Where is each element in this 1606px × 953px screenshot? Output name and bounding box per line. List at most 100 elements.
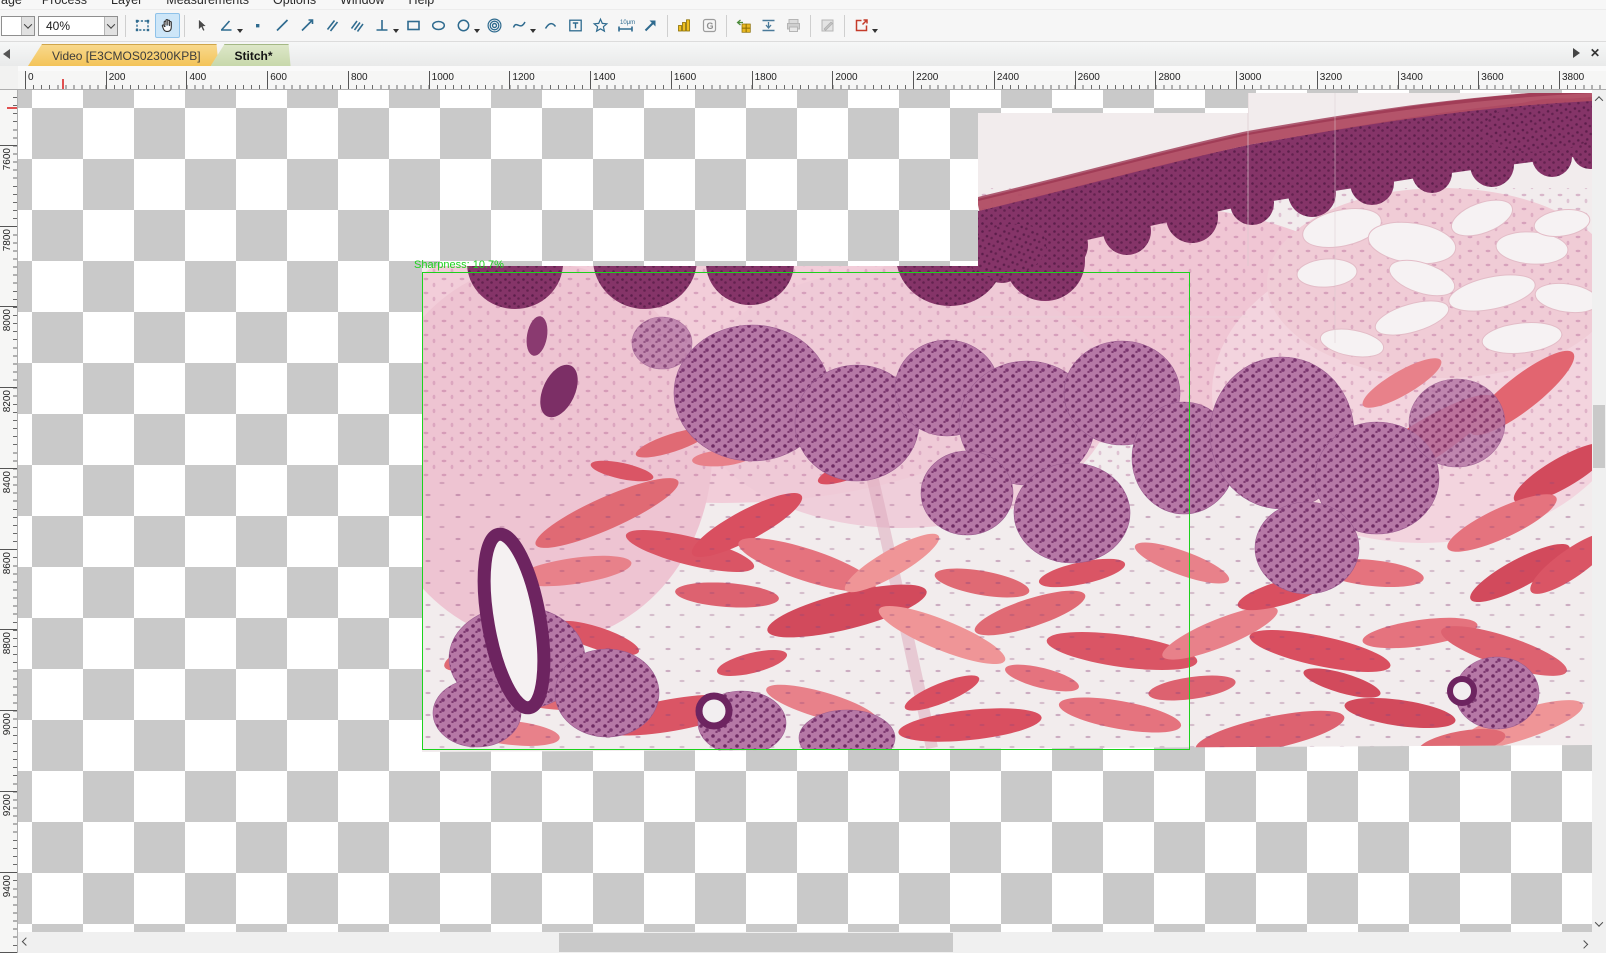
ruler-major-tick (1398, 71, 1399, 90)
zoom-level-value: 40% (39, 17, 104, 35)
ruler-label: 200 (109, 72, 126, 83)
vertical-ruler: 7600780080008200840086008800900092009400… (0, 90, 18, 953)
scale-bar-tool[interactable]: 10μm (613, 13, 638, 38)
scrollbar-corner (1592, 932, 1606, 953)
tab-stitch[interactable]: Stitch* (211, 44, 291, 66)
ruler-label: 8000 (2, 309, 13, 331)
horizontal-scrollbar[interactable] (18, 932, 1592, 953)
stitch-selection-rectangle[interactable] (422, 272, 1190, 750)
ruler-major-tick (1478, 71, 1479, 90)
triangle-left-icon (3, 49, 10, 59)
ruler-label: 3200 (1320, 72, 1342, 83)
ruler-label: 2600 (1078, 72, 1100, 83)
ruler-major-tick (0, 629, 18, 630)
north-east-arrow-tool[interactable] (638, 13, 663, 38)
ruler-label: 7800 (2, 229, 13, 251)
ruler-label: 1200 (512, 72, 534, 83)
menu-item-process[interactable]: Process (42, 0, 87, 9)
svg-text:10μm: 10μm (620, 20, 635, 26)
ellipse-tool[interactable] (426, 13, 451, 38)
crop-select-tool[interactable] (130, 13, 155, 38)
horizontal-scrollbar-thumb[interactable] (559, 933, 953, 952)
ruler-position-marker-v (7, 107, 17, 109)
chevron-up-icon (1595, 96, 1603, 104)
circle-tool[interactable] (451, 13, 476, 38)
toolbar-separator (125, 15, 126, 37)
ruler-label: 2000 (835, 72, 857, 83)
line-tool[interactable] (270, 13, 295, 38)
menu-item-help[interactable]: Help (409, 0, 435, 9)
chevron-down-icon[interactable] (872, 29, 878, 33)
ruler-major-tick (509, 71, 510, 90)
ruler-label: 8600 (2, 552, 13, 574)
ruler-major-tick (267, 71, 268, 90)
camera-combobox[interactable] (1, 16, 35, 36)
menu-item-layer[interactable]: Layer (111, 0, 142, 9)
ruler-label: 0 (28, 72, 34, 83)
exposure-button[interactable] (756, 13, 781, 38)
scroll-up-button[interactable] (1592, 90, 1606, 107)
chevron-down-icon[interactable] (474, 29, 480, 33)
export-button[interactable] (849, 13, 874, 38)
arc-tool[interactable] (538, 13, 563, 38)
parallel-lines-tool[interactable] (320, 13, 345, 38)
scroll-left-button[interactable] (18, 932, 34, 953)
ruler-label: 9000 (2, 713, 13, 735)
rectangle-tool[interactable] (401, 13, 426, 38)
stitch-button[interactable] (731, 13, 756, 38)
pan-hand-tool[interactable] (155, 13, 180, 38)
ruler-major-tick (0, 872, 18, 873)
tab-scroll-right-button[interactable] (1573, 48, 1580, 58)
menu-item-options[interactable]: Options (273, 0, 316, 9)
tab-video[interactable]: Video [E3CMOS02300KPB] (28, 44, 219, 66)
angle-tool[interactable] (214, 13, 239, 38)
ruler-major-tick (590, 71, 591, 90)
ruler-major-tick (1559, 71, 1560, 90)
ruler-label: 600 (270, 72, 287, 83)
document-tab-bar: Video [E3CMOS02300KPB] Stitch* ✕ (0, 42, 1606, 66)
star-tool[interactable] (588, 13, 613, 38)
edit-button (815, 13, 840, 38)
vertical-scrollbar[interactable] (1592, 90, 1606, 932)
pointer-tool[interactable] (189, 13, 214, 38)
ruler-major-tick (913, 71, 914, 90)
zoom-level-combobox[interactable]: 40% (38, 16, 118, 36)
toolbar-separator (667, 15, 668, 37)
concentric-circles-tool[interactable] (482, 13, 507, 38)
text-tool[interactable] (563, 13, 588, 38)
ruler-major-tick (1317, 71, 1318, 90)
ruler-major-tick (0, 226, 18, 227)
vertical-scrollbar-thumb[interactable] (1593, 405, 1605, 468)
curve-tool[interactable] (507, 13, 532, 38)
canvas-viewport[interactable]: Sharpness: 10.7% (18, 90, 1592, 932)
ruler-major-tick (832, 71, 833, 90)
menu-item-measurements[interactable]: Measurements (166, 0, 249, 9)
perpendicular-tool[interactable] (370, 13, 395, 38)
tab-scroll-left-button[interactable] (3, 48, 13, 60)
chevron-down-icon[interactable] (393, 29, 399, 33)
ruler-label: 3800 (1562, 72, 1584, 83)
close-tab-button[interactable]: ✕ (1590, 48, 1600, 58)
chevron-right-icon (1580, 940, 1588, 948)
menu-item-image[interactable]: age (1, 0, 22, 9)
ruler-label: 1800 (755, 72, 777, 83)
sharpness-label: Sharpness: 10.7% (414, 259, 504, 271)
horizontal-ruler: 0200400600800100012001400160018002000220… (18, 71, 1606, 90)
chevron-down-icon[interactable] (237, 29, 243, 33)
scroll-down-button[interactable] (1592, 915, 1606, 932)
scroll-right-button[interactable] (1576, 932, 1592, 953)
histogram-button[interactable] (672, 13, 697, 38)
menu-item-window[interactable]: Window (340, 0, 384, 9)
ruler-major-tick (994, 71, 995, 90)
ruler-label: 1400 (593, 72, 615, 83)
chevron-down-icon[interactable] (21, 17, 34, 35)
point-tool[interactable] (245, 13, 270, 38)
ruler-major-tick (671, 71, 672, 90)
chevron-down-icon[interactable] (104, 17, 117, 35)
hatch-lines-tool[interactable] (345, 13, 370, 38)
ruler-label: 800 (351, 72, 368, 83)
gray-balance-button[interactable]: G (697, 13, 722, 38)
arrow-line-tool[interactable] (295, 13, 320, 38)
chevron-down-icon[interactable] (530, 29, 536, 33)
ruler-label: 2400 (997, 72, 1019, 83)
